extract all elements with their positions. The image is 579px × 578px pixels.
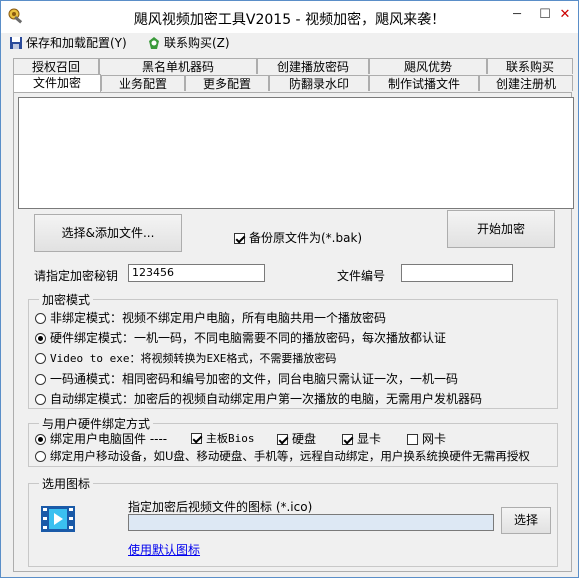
- encrypt-mode-radio[interactable]: [35, 313, 46, 324]
- nic-label: 网卡: [422, 432, 447, 446]
- encrypt-mode-option[interactable]: 一码通模式：相同密码和编号加密的文件，同台电脑只需认证一次，一机一码: [35, 370, 458, 387]
- bind-mobile-radio[interactable]: [35, 451, 46, 462]
- nic-checkbox[interactable]: [407, 434, 418, 445]
- encrypt-mode-radio[interactable]: [35, 394, 46, 405]
- encrypt-mode-label: 自动绑定模式：加密后的视频自动绑定用户第一次播放的电脑，无需用户发机器码: [50, 392, 483, 406]
- backup-checkbox[interactable]: [234, 233, 245, 244]
- icon-path-input[interactable]: [128, 514, 494, 531]
- app-window: 飓风视频加密工具V2015 - 视频加密，飓风来袭！ ─ ☐ ✕ 保存和加载配置…: [0, 0, 579, 578]
- bind-pc-option[interactable]: 绑定用户电脑固件 ----: [35, 430, 167, 447]
- tab-more-config[interactable]: 更多配置: [185, 75, 269, 91]
- tab-row-1: 授权召回 黑名单机器码 创建播放密码 飓风优势 联系购买: [13, 58, 573, 75]
- harddisk-option[interactable]: 硬盘: [277, 430, 316, 447]
- select-icon-button[interactable]: 选择: [501, 507, 551, 534]
- encrypt-mode-label: 硬件绑定模式：一机一码，不同电脑需要不同的播放密码，每次播放都认证: [50, 331, 447, 345]
- encrypt-mode-option[interactable]: 硬件绑定模式：一机一码，不同电脑需要不同的播放密码，每次播放都认证: [35, 329, 446, 346]
- tab-hurricane-advantage[interactable]: 飓风优势: [369, 58, 487, 74]
- encrypt-mode-label: 非绑定模式：视频不绑定用户电脑，所有电脑共用一个播放密码: [50, 311, 387, 325]
- encrypt-mode-title: 加密模式: [39, 291, 94, 308]
- tab-contact-buy[interactable]: 联系购买: [487, 58, 573, 74]
- encrypt-mode-option[interactable]: 非绑定模式：视频不绑定用户电脑，所有电脑共用一个播放密码: [35, 309, 386, 326]
- motherboard-option[interactable]: 主板Bios: [191, 430, 255, 446]
- tab-business-config[interactable]: 业务配置: [101, 75, 185, 91]
- bind-mobile-label: 绑定用户移动设备，如U盘、移动硬盘、手机等，远程自动绑定，用户换系统换硬件无需再…: [50, 449, 530, 463]
- icon-group-title: 选用图标: [39, 475, 94, 492]
- tab-create-keygen[interactable]: 创建注册机: [479, 75, 573, 91]
- close-button[interactable]: ✕: [549, 3, 579, 29]
- title-bar: 飓风视频加密工具V2015 - 视频加密，飓风来袭！ ─ ☐ ✕: [1, 1, 578, 33]
- file-number-label: 文件编号: [337, 269, 386, 283]
- floppy-disk-icon: [10, 37, 22, 49]
- tab-anti-record-watermark[interactable]: 防翻录水印: [269, 75, 369, 91]
- contact-icon: [149, 37, 159, 49]
- encrypt-mode-radio[interactable]: [35, 374, 46, 385]
- tab-blacklist-machine-code[interactable]: 黑名单机器码: [99, 58, 257, 74]
- file-number-input[interactable]: [401, 264, 513, 282]
- tab-make-trial-file[interactable]: 制作试播文件: [369, 75, 479, 91]
- tab-create-play-password[interactable]: 创建播放密码: [257, 58, 369, 74]
- encrypt-mode-label: 一码通模式：相同密码和编号加密的文件，同台电脑只需认证一次，一机一码: [50, 372, 459, 386]
- file-list[interactable]: [18, 97, 574, 209]
- bind-mobile-option[interactable]: 绑定用户移动设备，如U盘、移动硬盘、手机等，远程自动绑定，用户换系统换硬件无需再…: [35, 448, 530, 464]
- encrypt-mode-radio[interactable]: [35, 333, 46, 344]
- encrypt-mode-option[interactable]: 自动绑定模式：加密后的视频自动绑定用户第一次播放的电脑，无需用户发机器码: [35, 390, 482, 407]
- use-default-icon-link[interactable]: 使用默认图标: [128, 541, 200, 558]
- graphics-label: 显卡: [357, 432, 382, 446]
- tab-row-2: 文件加密 业务配置 更多配置 防翻录水印 制作试播文件 创建注册机: [13, 74, 573, 92]
- graphics-checkbox[interactable]: [342, 434, 353, 445]
- graphics-option[interactable]: 显卡: [342, 430, 381, 447]
- menu-save-load-config[interactable]: 保存和加载配置(Y): [9, 34, 127, 52]
- menu-save-load-label: 保存和加载配置(Y): [26, 36, 127, 50]
- menu-contact-buy[interactable]: 联系购买(Z): [147, 34, 230, 52]
- backup-option[interactable]: 备份原文件为(*.bak): [234, 229, 362, 246]
- encrypt-mode-radio[interactable]: [35, 353, 46, 364]
- bind-pc-radio[interactable]: [35, 434, 46, 445]
- icon-hint-label: 指定加密后视频文件的图标 (*.ico): [128, 500, 313, 514]
- harddisk-label: 硬盘: [292, 432, 317, 446]
- video-file-icon: [41, 506, 75, 532]
- menu-contact-label: 联系购买(Z): [164, 36, 230, 50]
- encrypt-mode-option[interactable]: Video to exe：将视频转换为EXE格式，不需要播放密码: [35, 350, 336, 366]
- start-encrypt-button[interactable]: 开始加密: [447, 210, 555, 248]
- backup-label: 备份原文件为(*.bak): [249, 231, 363, 245]
- tab-authorize-recall[interactable]: 授权召回: [13, 58, 99, 74]
- bind-pc-label: 绑定用户电脑固件 ----: [50, 432, 168, 446]
- encrypt-mode-label: Video to exe：将视频转换为EXE格式，不需要播放密码: [50, 352, 337, 365]
- window-title: 飓风视频加密工具V2015 - 视频加密，飓风来袭！: [133, 12, 446, 28]
- motherboard-label: 主板Bios: [206, 432, 255, 445]
- motherboard-checkbox[interactable]: [191, 433, 202, 444]
- nic-option[interactable]: 网卡: [407, 430, 446, 447]
- tab-file-encrypt[interactable]: 文件加密: [13, 74, 101, 92]
- menu-bar: 保存和加载配置(Y) 联系购买(Z): [1, 33, 578, 53]
- encrypt-key-label: 请指定加密秘钥: [34, 269, 119, 283]
- select-add-file-button[interactable]: 选择&添加文件...: [34, 214, 182, 252]
- harddisk-checkbox[interactable]: [277, 434, 288, 445]
- encrypt-key-input[interactable]: 123456: [128, 264, 265, 282]
